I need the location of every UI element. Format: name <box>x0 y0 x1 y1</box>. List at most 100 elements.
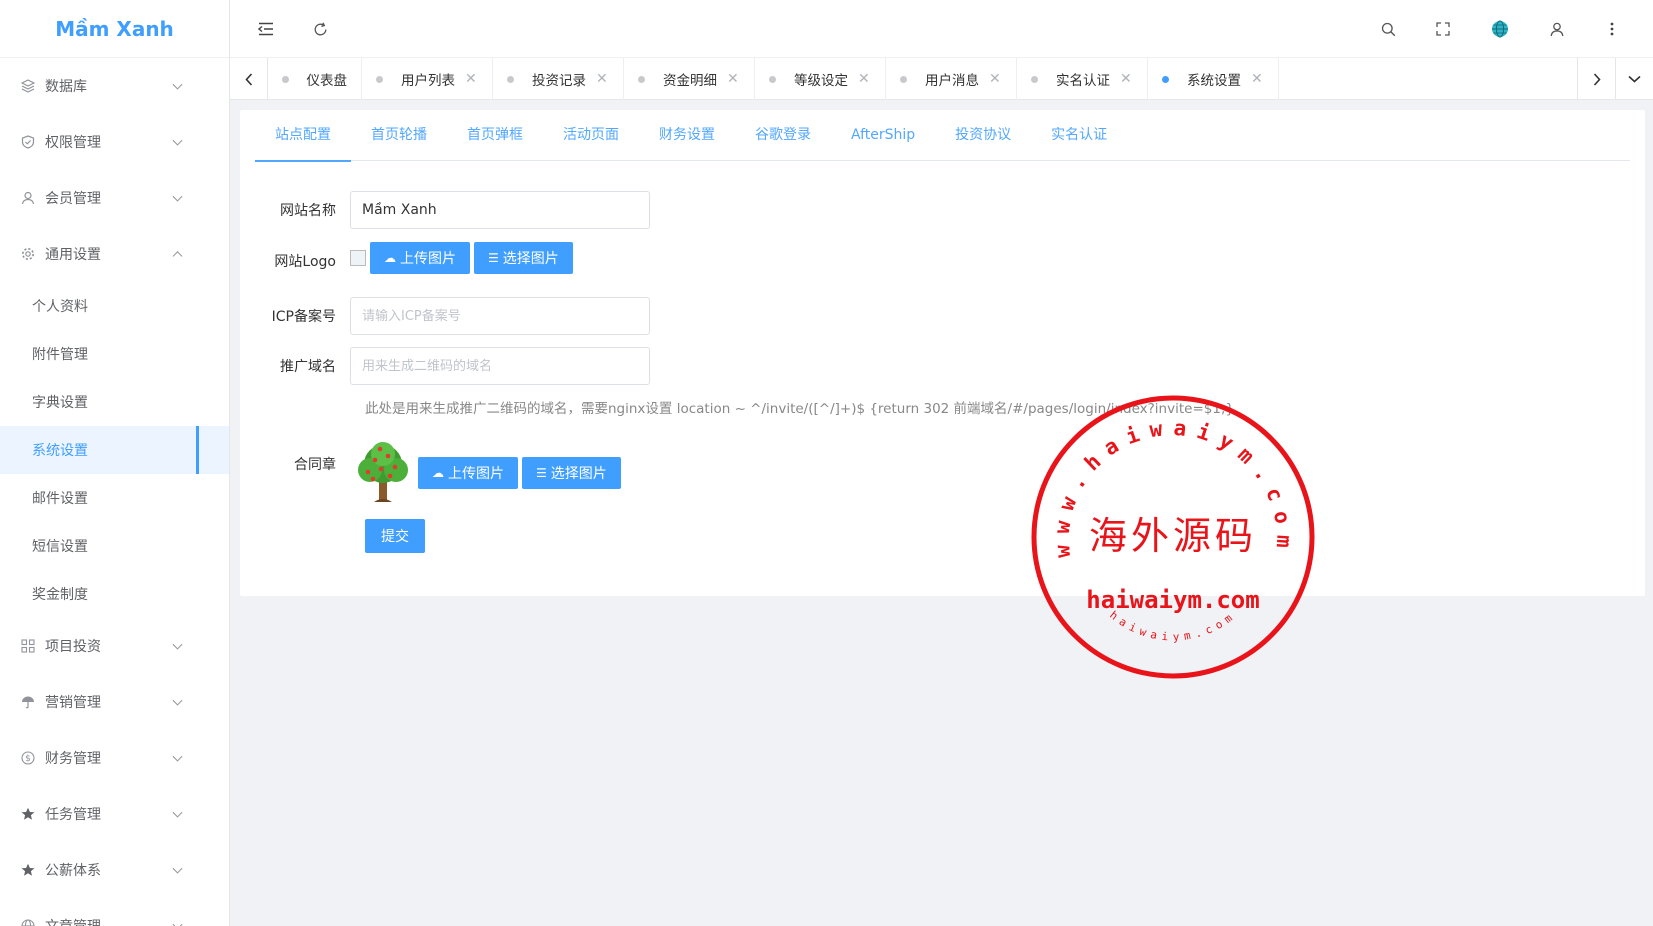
subtab-activity-page[interactable]: 活动页面 <box>543 110 639 161</box>
sidebar-item-finance[interactable]: $ 财务管理 <box>0 730 229 786</box>
logo-select-button[interactable]: ☰ 选择图片 <box>474 242 573 274</box>
tab-system-settings[interactable]: 系统设置 ✕ <box>1148 58 1279 100</box>
umbrella-icon <box>20 694 36 710</box>
brand-logo[interactable]: Mầm Xanh <box>0 0 229 58</box>
chevron-down-icon <box>172 919 183 926</box>
list-icon: ☰ <box>488 251 499 265</box>
sidebar-subitem-system-settings[interactable]: 系统设置 <box>0 426 229 474</box>
sidebar-item-label: 会员管理 <box>45 191 101 207</box>
chevron-down-icon <box>172 695 183 706</box>
tabs-scroll-right-button[interactable] <box>1577 58 1615 100</box>
seal-select-button[interactable]: ☰ 选择图片 <box>522 457 621 489</box>
subtab-investment-agreement[interactable]: 投资协议 <box>935 110 1031 161</box>
sidebar-item-label: 文章管理 <box>45 916 101 926</box>
close-icon[interactable]: ✕ <box>1120 71 1132 87</box>
sidebar-item-permissions[interactable]: 权限管理 <box>0 114 229 170</box>
settings-subtabs: 站点配置 首页轮播 首页弹框 活动页面 财务设置 谷歌登录 AfterShip … <box>255 110 1630 162</box>
logo-upload-button[interactable]: ☁ 上传图片 <box>370 242 470 274</box>
button-label: 选择图片 <box>550 466 607 482</box>
search-icon[interactable] <box>1376 17 1400 41</box>
watermark-center-text: 海外源码 <box>1089 514 1257 558</box>
tab-status-dot <box>769 75 776 83</box>
close-icon[interactable]: ✕ <box>727 71 739 87</box>
tabs-scroll-left-button[interactable] <box>230 58 268 100</box>
tabs-dropdown-button[interactable] <box>1615 58 1653 100</box>
close-icon[interactable]: ✕ <box>989 71 1001 87</box>
subtab-real-name-auth[interactable]: 实名认证 <box>1031 110 1127 161</box>
tab-level-settings[interactable]: 等级设定 ✕ <box>755 58 886 100</box>
close-icon[interactable]: ✕ <box>596 71 608 87</box>
page-tabs-bar: 仪表盘 用户列表 ✕ 投资记录 ✕ 资金明细 ✕ 等级设定 ✕ 用户消息 ✕ 实… <box>230 58 1653 100</box>
subtab-home-carousel[interactable]: 首页轮播 <box>351 110 447 161</box>
shield-icon <box>20 134 36 150</box>
sidebar-item-projects[interactable]: 项目投资 <box>0 618 229 674</box>
chevron-down-icon <box>172 135 183 146</box>
sidebar-item-articles[interactable]: 文章管理 <box>0 898 229 926</box>
tab-status-dot <box>900 75 907 83</box>
close-icon[interactable]: ✕ <box>1251 71 1263 87</box>
logo-image-broken-icon <box>350 250 366 266</box>
seal-upload-button[interactable]: ☁ 上传图片 <box>418 457 518 489</box>
sidebar-subitem-email[interactable]: 邮件设置 <box>0 474 229 522</box>
site-name-input[interactable] <box>350 191 650 229</box>
sidebar-subitem-bonus[interactable]: 奖金制度 <box>0 570 229 618</box>
tab-fund-details[interactable]: 资金明细 ✕ <box>624 58 755 100</box>
submit-button[interactable]: 提交 <box>365 519 425 553</box>
sidebar-subitem-sms[interactable]: 短信设置 <box>0 522 229 570</box>
sidebar-subitem-dictionary[interactable]: 字典设置 <box>0 378 229 426</box>
sidebar-item-general-settings[interactable]: 通用设置 <box>0 226 229 282</box>
globe-icon[interactable] <box>1488 17 1512 41</box>
refresh-icon[interactable] <box>308 17 332 41</box>
page-tabs: 仪表盘 用户列表 ✕ 投资记录 ✕ 资金明细 ✕ 等级设定 ✕ 用户消息 ✕ 实… <box>268 58 1279 100</box>
top-header <box>230 0 1653 58</box>
promo-domain-label: 推广域名 <box>280 359 336 375</box>
button-label: 选择图片 <box>502 251 559 267</box>
tab-label: 用户消息 <box>925 73 979 89</box>
form-row-logo: 网站Logo ☁ 上传图片 ☰ 选择图片 <box>240 242 573 274</box>
tab-label: 实名认证 <box>1056 73 1110 89</box>
menu-fold-icon[interactable] <box>254 17 278 41</box>
sidebar-item-salary[interactable]: 公薪体系 <box>0 842 229 898</box>
contract-seal-image <box>350 440 416 506</box>
sidebar-item-database[interactable]: 数据库 <box>0 58 229 114</box>
tab-user-messages[interactable]: 用户消息 ✕ <box>886 58 1017 100</box>
fullscreen-icon[interactable] <box>1431 17 1455 41</box>
sidebar-subitem-profile[interactable]: 个人资料 <box>0 282 229 330</box>
subtab-google-login[interactable]: 谷歌登录 <box>735 110 831 161</box>
tab-label: 投资记录 <box>532 73 586 89</box>
chevron-down-icon <box>172 191 183 202</box>
contract-seal-label: 合同章 <box>294 457 336 473</box>
icp-input[interactable] <box>350 297 650 335</box>
sidebar-item-label: 财务管理 <box>45 751 101 767</box>
sidebar-item-marketing[interactable]: 营销管理 <box>0 674 229 730</box>
sidebar-item-label: 任务管理 <box>45 807 101 823</box>
tab-label: 资金明细 <box>663 73 717 89</box>
sidebar-item-label: 公薪体系 <box>45 863 101 879</box>
tab-user-list[interactable]: 用户列表 ✕ <box>362 58 493 100</box>
close-icon[interactable]: ✕ <box>465 71 477 87</box>
tab-label: 等级设定 <box>794 73 848 89</box>
star-icon <box>20 862 36 878</box>
chevron-down-icon <box>172 79 183 90</box>
promo-domain-input[interactable] <box>350 347 650 385</box>
subtab-aftership[interactable]: AfterShip <box>831 110 935 161</box>
globe-icon <box>20 918 36 926</box>
user-icon <box>20 190 36 206</box>
watermark-stamp: www.haiwaiym.com 海外源码 haiwaiym.com haiwa… <box>1030 394 1316 680</box>
close-icon[interactable]: ✕ <box>858 71 870 87</box>
sidebar-item-label: 营销管理 <box>45 695 101 711</box>
subtab-site-config[interactable]: 站点配置 <box>255 110 351 162</box>
logo-label: 网站Logo <box>274 254 336 270</box>
subtab-finance-settings[interactable]: 财务设置 <box>639 110 735 161</box>
sidebar-subitem-attachments[interactable]: 附件管理 <box>0 330 229 378</box>
more-icon[interactable] <box>1600 17 1624 41</box>
tab-status-dot <box>638 75 645 83</box>
tab-real-name-auth[interactable]: 实名认证 ✕ <box>1017 58 1148 100</box>
user-icon[interactable] <box>1545 17 1569 41</box>
subtab-home-popup[interactable]: 首页弹框 <box>447 110 543 161</box>
tab-dashboard[interactable]: 仪表盘 <box>268 58 362 100</box>
tab-investment-records[interactable]: 投资记录 ✕ <box>493 58 624 100</box>
sidebar-item-tasks[interactable]: 任务管理 <box>0 786 229 842</box>
sidebar-item-label: 项目投资 <box>45 639 101 655</box>
sidebar-item-members[interactable]: 会员管理 <box>0 170 229 226</box>
